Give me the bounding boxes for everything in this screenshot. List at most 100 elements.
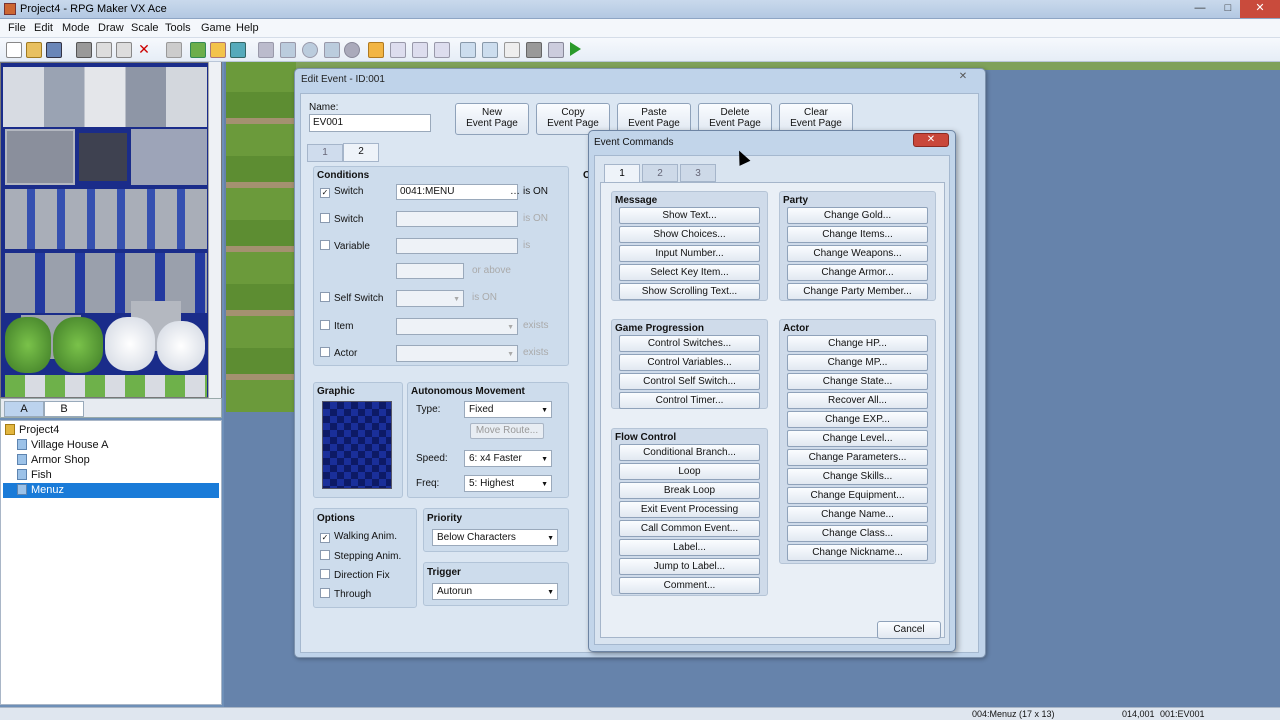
sound-test-icon[interactable] xyxy=(526,42,542,58)
self-switch-select[interactable] xyxy=(396,290,464,307)
event-mode-icon[interactable] xyxy=(210,42,226,58)
jump-to-label-button[interactable]: Jump to Label... xyxy=(619,558,760,575)
command-tab-2[interactable]: 2 xyxy=(642,164,678,182)
show-text-button[interactable]: Show Text... xyxy=(619,207,760,224)
priority-select[interactable]: Below Characters xyxy=(432,529,558,546)
control-self-switch-button[interactable]: Control Self Switch... xyxy=(619,373,760,390)
tree-root[interactable]: Project4 xyxy=(5,423,59,438)
tileset-scrollbar[interactable] xyxy=(208,62,221,398)
fill-icon[interactable] xyxy=(324,42,340,58)
new-event-page-button[interactable]: New Event Page xyxy=(455,103,529,135)
tree-item-fish[interactable]: Fish xyxy=(17,468,52,483)
menu-file[interactable]: File xyxy=(8,22,26,34)
save-project-icon[interactable] xyxy=(46,42,62,58)
open-project-icon[interactable] xyxy=(26,42,42,58)
menu-draw[interactable]: Draw xyxy=(98,22,124,34)
call-common-event-button[interactable]: Call Common Event... xyxy=(619,520,760,537)
break-loop-button[interactable]: Break Loop xyxy=(619,482,760,499)
switch2-select[interactable] xyxy=(396,211,518,227)
change-class-button[interactable]: Change Class... xyxy=(787,525,928,542)
undo-icon[interactable] xyxy=(166,42,182,58)
tileset-palette[interactable] xyxy=(0,62,222,398)
item-select[interactable] xyxy=(396,318,518,335)
page-tab-2[interactable]: 2 xyxy=(343,143,379,162)
change-items-button[interactable]: Change Items... xyxy=(787,226,928,243)
change-parameters-button[interactable]: Change Parameters... xyxy=(787,449,928,466)
delete-icon[interactable]: ✕ xyxy=(136,42,152,58)
show-scrolling-text-button[interactable]: Show Scrolling Text... xyxy=(619,283,760,300)
menu-help[interactable]: Help xyxy=(236,22,259,34)
rectangle-icon[interactable] xyxy=(280,42,296,58)
loop-button[interactable]: Loop xyxy=(619,463,760,480)
zoom-eighth-icon[interactable] xyxy=(434,42,450,58)
control-timer-button[interactable]: Control Timer... xyxy=(619,392,760,409)
menu-game[interactable]: Game xyxy=(201,22,231,34)
change-gold-button[interactable]: Change Gold... xyxy=(787,207,928,224)
close-button[interactable]: ✕ xyxy=(1240,0,1280,18)
tree-item-menuz[interactable]: Menuz xyxy=(3,483,219,498)
playtest-icon[interactable] xyxy=(570,42,581,56)
tree-item-village-house[interactable]: Village House A xyxy=(17,438,108,453)
character-generator-icon[interactable] xyxy=(548,42,564,58)
switch2-checkbox[interactable]: Switch xyxy=(320,213,363,225)
variable-select[interactable] xyxy=(396,238,518,254)
page-tab-1[interactable]: 1 xyxy=(307,144,343,162)
movement-speed-select[interactable]: 6: x4 Faster xyxy=(464,450,552,467)
control-switches-button[interactable]: Control Switches... xyxy=(619,335,760,352)
tab-b[interactable]: B xyxy=(44,401,84,417)
through-checkbox[interactable]: Through xyxy=(320,588,371,600)
change-weapons-button[interactable]: Change Weapons... xyxy=(787,245,928,262)
switch1-select[interactable]: 0041:MENU xyxy=(396,184,518,200)
change-name-button[interactable]: Change Name... xyxy=(787,506,928,523)
exit-event-processing-button[interactable]: Exit Event Processing xyxy=(619,501,760,518)
edit-event-close-icon[interactable]: ✕ xyxy=(951,71,975,84)
zoom-half-icon[interactable] xyxy=(390,42,406,58)
region-mode-icon[interactable] xyxy=(230,42,246,58)
conditional-branch-button[interactable]: Conditional Branch... xyxy=(619,444,760,461)
menu-edit[interactable]: Edit xyxy=(34,22,53,34)
change-nickname-button[interactable]: Change Nickname... xyxy=(787,544,928,561)
resource-manager-icon[interactable] xyxy=(482,42,498,58)
event-commands-close-icon[interactable]: ✕ xyxy=(913,133,949,147)
show-choices-button[interactable]: Show Choices... xyxy=(619,226,760,243)
graphic-preview[interactable] xyxy=(322,401,392,489)
command-tab-3[interactable]: 3 xyxy=(680,164,716,182)
actor-checkbox[interactable]: Actor xyxy=(320,347,357,359)
map-mode-icon[interactable] xyxy=(190,42,206,58)
direction-fix-checkbox[interactable]: Direction Fix xyxy=(320,569,390,581)
command-tab-1[interactable]: 1 xyxy=(604,164,640,183)
change-equipment-button[interactable]: Change Equipment... xyxy=(787,487,928,504)
actor-select[interactable] xyxy=(396,345,518,362)
input-number-button[interactable]: Input Number... xyxy=(619,245,760,262)
change-mp-button[interactable]: Change MP... xyxy=(787,354,928,371)
item-checkbox[interactable]: Item xyxy=(320,320,353,332)
change-party-member-button[interactable]: Change Party Member... xyxy=(787,283,928,300)
change-skills-button[interactable]: Change Skills... xyxy=(787,468,928,485)
shadow-pen-icon[interactable] xyxy=(344,42,360,58)
control-variables-button[interactable]: Control Variables... xyxy=(619,354,760,371)
zoom-1x-icon[interactable] xyxy=(368,42,384,58)
tab-a[interactable]: A xyxy=(4,401,44,417)
new-project-icon[interactable] xyxy=(6,42,22,58)
copy-icon[interactable] xyxy=(96,42,112,58)
trigger-select[interactable]: Autorun xyxy=(432,583,558,600)
minimize-button[interactable]: — xyxy=(1186,0,1214,18)
change-level-button[interactable]: Change Level... xyxy=(787,430,928,447)
maximize-button[interactable]: □ xyxy=(1214,0,1242,18)
event-name-input[interactable]: EV001 xyxy=(309,114,431,132)
ellipse-icon[interactable] xyxy=(302,42,318,58)
move-route-button[interactable]: Move Route... xyxy=(470,423,544,439)
walking-anim-checkbox[interactable]: ✓ Walking Anim. xyxy=(320,531,397,543)
menu-scale[interactable]: Scale xyxy=(131,22,159,34)
stepping-anim-checkbox[interactable]: Stepping Anim. xyxy=(320,550,401,562)
variable-value-input[interactable] xyxy=(396,263,464,279)
change-armor-button[interactable]: Change Armor... xyxy=(787,264,928,281)
tree-item-armor-shop[interactable]: Armor Shop xyxy=(17,453,90,468)
movement-freq-select[interactable]: 5: Highest xyxy=(464,475,552,492)
change-state-button[interactable]: Change State... xyxy=(787,373,928,390)
recover-all-button[interactable]: Recover All... xyxy=(787,392,928,409)
pencil-icon[interactable] xyxy=(258,42,274,58)
script-editor-icon[interactable] xyxy=(504,42,520,58)
menu-tools[interactable]: Tools xyxy=(165,22,191,34)
cancel-button[interactable]: Cancel xyxy=(877,621,941,639)
